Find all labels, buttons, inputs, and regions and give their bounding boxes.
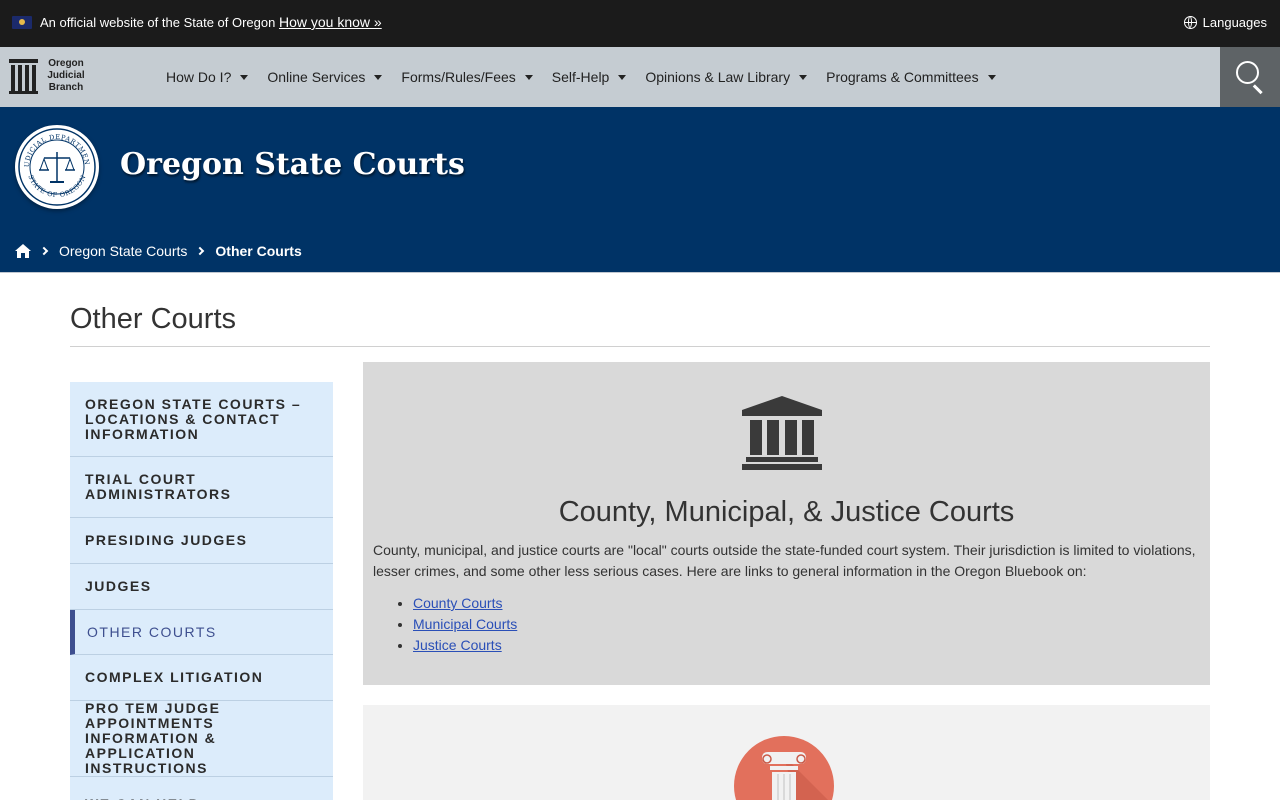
sidebar-item-trial-court-administrators[interactable]: Trial Court Administrators (70, 457, 333, 518)
sidebar-item-presiding-judges[interactable]: Presiding Judges (70, 518, 333, 564)
nav-online-services[interactable]: Online Services (267, 69, 383, 85)
search-icon (1236, 61, 1259, 84)
title-divider (70, 346, 1210, 347)
second-card (363, 705, 1210, 800)
chevron-down-icon (240, 74, 249, 80)
logo-text: Oregon Judicial Branch (47, 58, 85, 93)
sidebar-item-we-can-help[interactable]: We Can Help (70, 777, 333, 800)
chevron-down-icon (987, 74, 996, 80)
chevron-down-icon (524, 74, 533, 80)
breadcrumb-current: Other Courts (215, 243, 302, 259)
nav-self-help[interactable]: Self-Help (552, 69, 627, 85)
languages-button[interactable]: Languages (1183, 15, 1267, 30)
ojd-logo[interactable]: Oregon Judicial Branch (9, 57, 93, 97)
chevron-down-icon (374, 74, 383, 80)
courthouse-icon (742, 396, 822, 475)
list-item: County Courts (413, 593, 517, 614)
site-title[interactable]: Oregon State Courts (120, 147, 465, 182)
nav-forms-rules-fees[interactable]: Forms/Rules/Fees (401, 69, 533, 85)
justice-courts-link[interactable]: Justice Courts (413, 637, 502, 653)
sidebar-nav: Oregon State Courts – Locations & Contac… (70, 382, 333, 800)
nav-programs-committees[interactable]: Programs & Committees (826, 69, 996, 85)
bluebook-links: County Courts Municipal Courts Justice C… (413, 593, 517, 656)
county-courts-link[interactable]: County Courts (413, 595, 502, 611)
chevron-right-icon (39, 246, 49, 256)
chevron-down-icon (618, 74, 627, 80)
judicial-seal-icon: JUDICIAL DEPARTMENT STATE OF OREGON (15, 125, 99, 209)
sidebar-item-locations-contact[interactable]: Oregon State Courts – Locations & Contac… (70, 382, 333, 457)
chevron-right-icon (196, 246, 205, 256)
official-site-bar: An official website of the State of Oreg… (0, 0, 1280, 47)
column-icon (734, 736, 834, 800)
official-site-text: An official website of the State of Oreg… (40, 15, 276, 30)
languages-label: Languages (1202, 15, 1267, 30)
globe-icon (1183, 16, 1197, 29)
sidebar-item-pro-tem-judge[interactable]: Pro Tem Judge Appointments Information &… (70, 701, 333, 777)
breadcrumb-oregon-state-courts[interactable]: Oregon State Courts (59, 243, 187, 259)
card-heading: County, Municipal, & Justice Courts (558, 496, 1015, 528)
svg-text:JUDICIAL DEPARTMENT: JUDICIAL DEPARTMENT (15, 125, 91, 168)
search-button[interactable] (1220, 47, 1280, 107)
chevron-down-icon (799, 74, 808, 80)
list-item: Justice Courts (413, 635, 517, 656)
municipal-courts-link[interactable]: Municipal Courts (413, 616, 517, 632)
main-nav: Oregon Judicial Branch How Do I? Online … (0, 47, 1280, 107)
oregon-flag-icon (12, 16, 32, 29)
card-description: County, municipal, and justice courts ar… (373, 542, 1196, 579)
breadcrumb: Oregon State Courts Other Courts (15, 243, 302, 259)
nav-how-do-i[interactable]: How Do I? (166, 69, 249, 85)
sidebar-item-other-courts[interactable]: Other Courts (70, 610, 333, 655)
sidebar-item-judges[interactable]: Judges (70, 564, 333, 610)
sidebar-item-complex-litigation[interactable]: Complex Litigation (70, 655, 333, 701)
page-title: Other Courts (70, 303, 236, 335)
local-courts-card: County, Municipal, & Justice Courts Coun… (363, 362, 1210, 685)
how-you-know-link[interactable]: How you know » (279, 14, 382, 30)
site-banner: JUDICIAL DEPARTMENT STATE OF OREGON Oreg… (0, 107, 1280, 273)
nav-opinions-law-library[interactable]: Opinions & Law Library (645, 69, 808, 85)
home-icon[interactable] (15, 244, 31, 258)
list-item: Municipal Courts (413, 614, 517, 635)
